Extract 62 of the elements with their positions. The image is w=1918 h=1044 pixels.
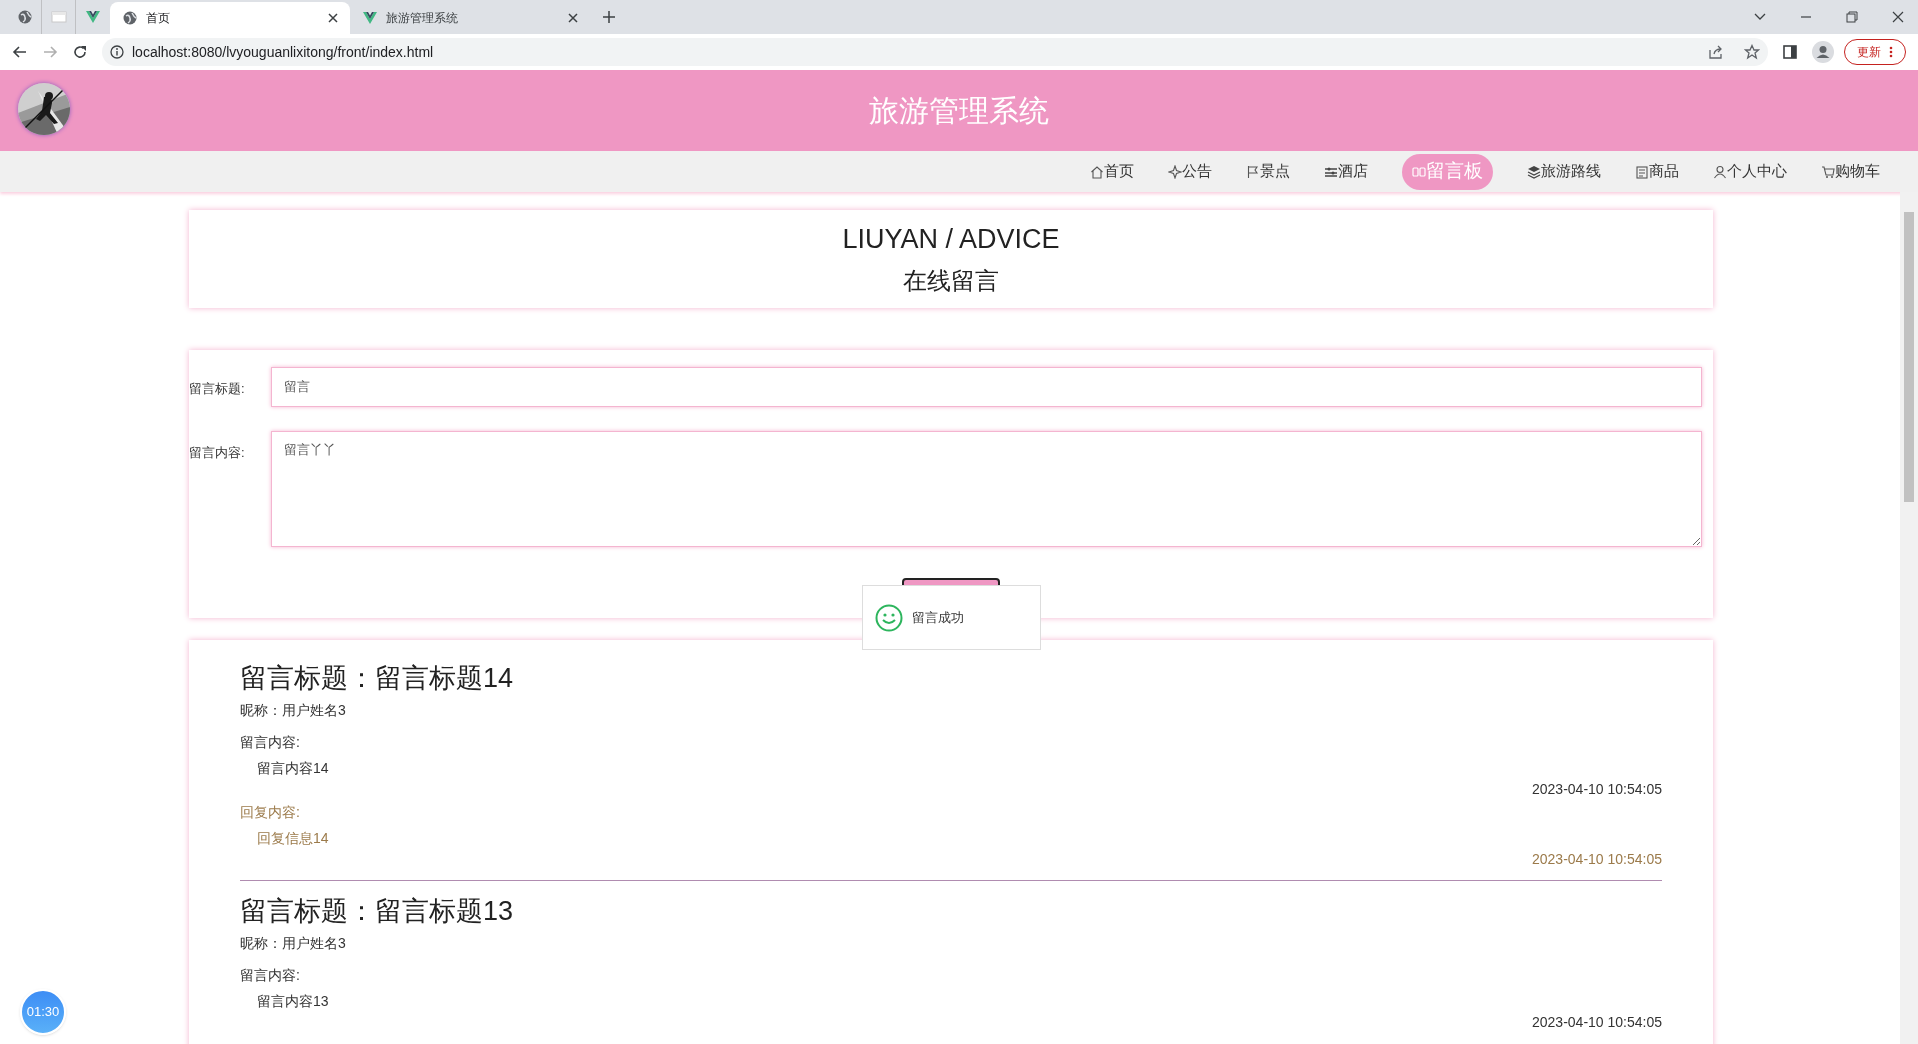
field-label: 留言内容: bbox=[189, 444, 246, 462]
restore-icon[interactable] bbox=[1846, 11, 1858, 23]
nav-item[interactable]: 酒店 bbox=[1324, 153, 1368, 190]
nav-item[interactable]: 个人中心 bbox=[1713, 153, 1787, 190]
vue-logo-icon bbox=[362, 10, 378, 26]
input-field[interactable]: 留言 bbox=[271, 367, 1702, 407]
new-tab-icon[interactable] bbox=[602, 10, 616, 24]
info-icon bbox=[110, 45, 124, 59]
close-icon[interactable] bbox=[328, 13, 338, 23]
url-text: localhost:8080/lvyouguanlixitong/front/index.html bbox=[132, 42, 435, 62]
nickname-text: 昵称：用户姓名3 bbox=[240, 934, 347, 953]
message-title: 留言标题：留言标题13 bbox=[240, 895, 515, 928]
browser-tab[interactable]: 旅游管理系统 bbox=[350, 2, 590, 34]
site-title: 旅游管理系统 bbox=[869, 93, 1049, 129]
message-title: 留言标题：留言标题14 bbox=[240, 662, 515, 695]
back-icon[interactable] bbox=[12, 44, 28, 60]
reply-time: 2023-04-10 10:54:05 bbox=[1532, 850, 1662, 869]
nav-item[interactable]: 公告 bbox=[1168, 153, 1212, 190]
smiley-icon bbox=[875, 603, 903, 632]
timer-badge: 01:30 bbox=[20, 989, 66, 1035]
vue-logo-icon[interactable] bbox=[85, 9, 101, 25]
message-time: 2023-04-10 10:54:05 bbox=[1532, 1013, 1662, 1032]
message-content: 留言内容14 bbox=[257, 759, 330, 778]
reload-icon[interactable] bbox=[72, 44, 88, 60]
side-panel-icon[interactable] bbox=[1782, 44, 1798, 60]
toast-text: 留言成功 bbox=[912, 608, 964, 627]
person-icon bbox=[1713, 164, 1727, 179]
nav-item[interactable]: 旅游路线 bbox=[1527, 153, 1601, 190]
cart-icon bbox=[1821, 164, 1835, 179]
textarea-field[interactable]: 留言丫丫 bbox=[271, 431, 1702, 547]
chevron-down-icon[interactable] bbox=[1754, 13, 1766, 21]
layers-icon bbox=[1527, 164, 1541, 179]
star-icon[interactable] bbox=[1744, 44, 1760, 60]
content-label: 留言内容: bbox=[240, 966, 301, 985]
message-time: 2023-04-10 10:54:05 bbox=[1532, 780, 1662, 799]
field-label: 留言标题: bbox=[189, 380, 246, 398]
nav-item[interactable]: 景点 bbox=[1246, 153, 1290, 190]
clipboard-icon bbox=[1635, 164, 1649, 179]
more-icon bbox=[1889, 46, 1893, 58]
browser-tab[interactable]: 首页 bbox=[110, 2, 350, 34]
scrollbar[interactable] bbox=[1900, 192, 1918, 1044]
message-icon bbox=[1412, 164, 1426, 179]
close-icon[interactable] bbox=[568, 13, 578, 23]
nickname-text: 昵称：用户姓名3 bbox=[240, 701, 347, 720]
nav-item[interactable]: 商品 bbox=[1635, 153, 1679, 190]
content-label: 留言内容: bbox=[240, 733, 301, 752]
close-icon[interactable] bbox=[1892, 11, 1904, 23]
profile-icon[interactable] bbox=[1812, 41, 1834, 63]
nav-item[interactable]: 购物车 bbox=[1821, 153, 1880, 190]
message-content: 留言内容13 bbox=[257, 992, 330, 1011]
section-title: LIUYAN / ADVICE bbox=[842, 222, 1060, 256]
reply-label: 回复内容: bbox=[240, 803, 301, 822]
home-icon bbox=[1090, 164, 1104, 179]
sparkle-icon bbox=[1168, 164, 1182, 179]
flag-icon bbox=[1246, 164, 1260, 179]
address-bar[interactable]: localhost:8080/lvyouguanlixitong/front/index.html bbox=[102, 38, 1768, 66]
share-icon[interactable] bbox=[1708, 44, 1724, 60]
nav-item[interactable]: 首页 bbox=[1090, 153, 1134, 190]
reply-content: 回复信息14 bbox=[257, 829, 330, 848]
globe-icon bbox=[122, 10, 138, 26]
globe-icon[interactable] bbox=[16, 9, 33, 25]
section-subtitle: 在线留言 bbox=[903, 266, 999, 297]
